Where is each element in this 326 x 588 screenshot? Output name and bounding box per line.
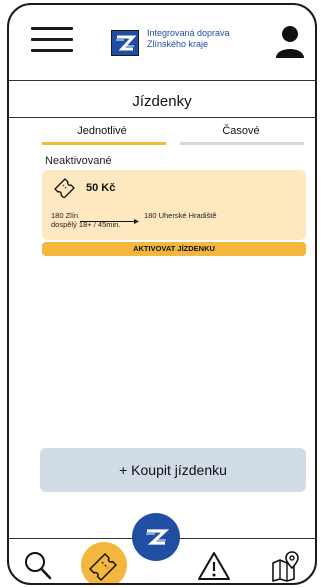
menu-bar bbox=[31, 49, 73, 52]
menu-bar bbox=[31, 27, 73, 30]
app-logo: Integrovaná doprava Zlínského kraje bbox=[111, 27, 241, 61]
map-pin-icon[interactable] bbox=[271, 550, 301, 582]
logo-line-2: Zlínského kraje bbox=[147, 39, 209, 49]
home-logo-button[interactable] bbox=[132, 513, 180, 561]
tab-indicator-active bbox=[42, 142, 166, 145]
page-title: Jízdenky bbox=[132, 93, 192, 110]
app-header: Integrovaná doprava Zlínského kraje bbox=[9, 5, 315, 81]
menu-icon[interactable] bbox=[31, 27, 73, 53]
ticket-card[interactable]: 50 Kč 180 Zlín 180 Uherské Hradiště dosp… bbox=[42, 170, 306, 240]
route-arrow-icon bbox=[80, 212, 140, 224]
section-label-inactive: Neaktivované bbox=[45, 155, 112, 167]
menu-bar bbox=[31, 38, 73, 41]
route-from: 180 Zlín bbox=[51, 211, 79, 220]
tab-indicator-inactive bbox=[180, 142, 304, 145]
title-divider bbox=[9, 117, 315, 118]
logo-line-1: Integrovaná doprava bbox=[147, 28, 230, 38]
search-icon[interactable] bbox=[24, 550, 52, 580]
activate-ticket-button[interactable]: AKTIVOVAT JÍZDENKU bbox=[42, 242, 306, 256]
ticket-price: 50 Kč bbox=[86, 182, 116, 194]
logo-text: Integrovaná doprava Zlínského kraje bbox=[147, 28, 230, 50]
ticket-icon bbox=[52, 176, 76, 199]
phone-frame: Integrovaná doprava Zlínského kraje Jízd… bbox=[7, 3, 317, 585]
tickets-nav-icon[interactable] bbox=[81, 542, 127, 583]
tab-single-tickets[interactable]: Jednotlivé bbox=[42, 125, 162, 137]
warning-icon[interactable] bbox=[197, 550, 231, 582]
user-profile-icon[interactable] bbox=[275, 25, 305, 59]
buy-ticket-button[interactable]: + Koupit jízdenku bbox=[40, 448, 306, 492]
ticket-detail: dospělý 18+ / 45min. bbox=[51, 220, 121, 229]
tab-season-tickets[interactable]: Časové bbox=[181, 125, 301, 137]
route-to: 180 Uherské Hradiště bbox=[144, 211, 217, 220]
logo-mark-icon bbox=[111, 30, 139, 56]
